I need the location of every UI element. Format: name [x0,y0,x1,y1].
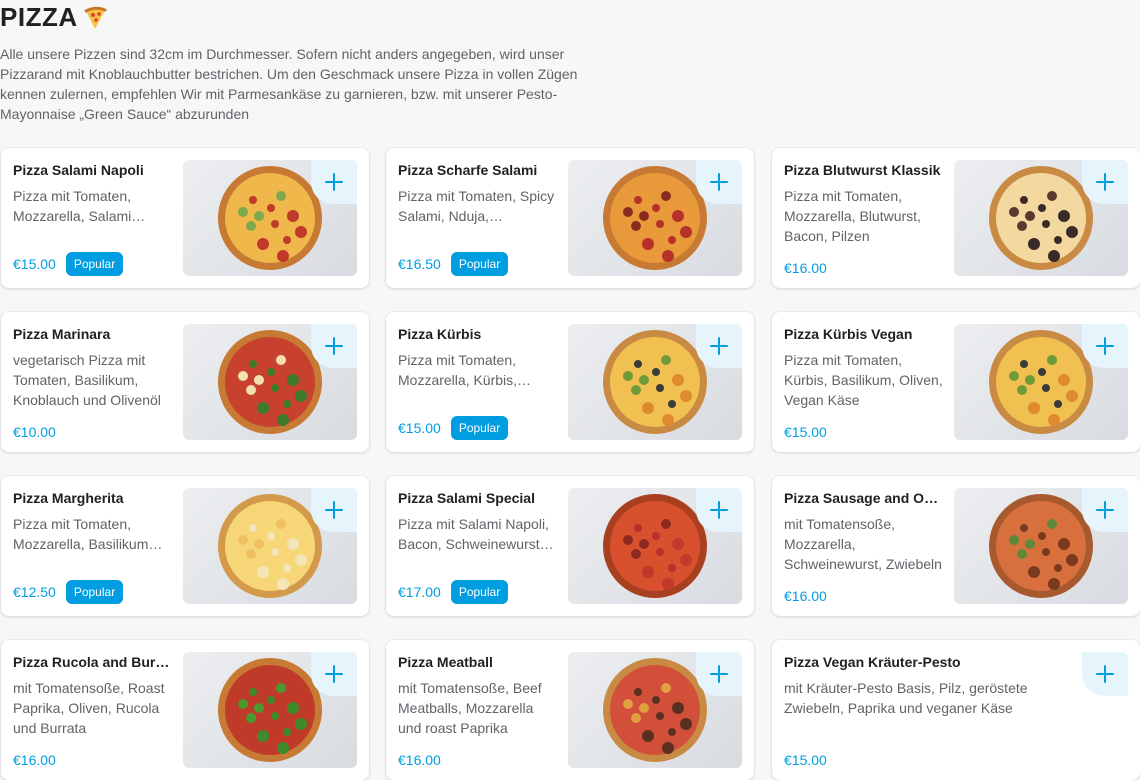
item-description: mit Tomatensoße, Mozzarella, Schweinewur… [784,516,942,572]
menu-item-card[interactable]: Pizza Marinara vegetarisch Pizza mit Tom… [1,312,369,452]
add-to-cart-button[interactable] [311,652,357,696]
menu-item-card[interactable]: Pizza Blutwurst Klassik Pizza mit Tomate… [772,148,1140,288]
item-name: Pizza Salami Napoli [13,162,144,178]
menu-item-card[interactable]: Pizza Kürbis Pizza mit Tomaten, Mozzarel… [386,312,754,452]
plus-icon [710,665,728,683]
menu-item-card[interactable]: Pizza Salami Napoli Pizza mit Tomaten, M… [1,148,369,288]
item-description: Pizza mit Tomaten, Mozzarella, Salami Na… [13,188,132,224]
item-price: €15.00 [398,420,441,436]
add-to-cart-button[interactable] [696,652,742,696]
menu-item-card[interactable]: Pizza Sausage and Onion mit Tomatensoße,… [772,476,1140,616]
menu-item-card[interactable]: Pizza Salami Special Pizza mit Salami Na… [386,476,754,616]
menu-page: PIZZA Alle unsere Pizzen sind 32cm im Du… [0,0,1140,780]
item-price: €15.00 [784,424,827,440]
item-description: Pizza mit Tomaten, Mozzarella, Basilikum… [13,516,149,552]
item-description: Pizza mit Tomaten, Mozzarella, Blutwurst… [784,188,921,244]
plus-icon [710,173,728,191]
pizza-icon [84,6,107,29]
item-price: €15.00 [13,256,56,272]
item-description: Pizza mit Tomaten, Kürbis, Basilikum, Ol… [784,352,943,408]
item-price: €16.50 [398,256,441,272]
section-header: PIZZA [0,2,108,33]
item-price: €15.00 [784,752,827,768]
add-to-cart-button[interactable] [311,324,357,368]
item-description: mit Tomatensoße, Beef Meatballs, Mozzare… [398,680,542,736]
item-name: Pizza Margherita [13,490,124,506]
item-description: Pizza mit Salami Napoli, Bacon, Schweine… [398,516,549,552]
add-to-cart-button[interactable] [1082,652,1128,696]
item-price: €16.00 [13,752,56,768]
plus-icon [325,501,343,519]
plus-icon [325,173,343,191]
plus-icon [1096,665,1114,683]
item-name: Pizza Salami Special [398,490,535,506]
item-price: €12.50 [13,584,56,600]
menu-item-card[interactable]: Pizza Margherita Pizza mit Tomaten, Mozz… [1,476,369,616]
popular-badge: Popular [450,252,509,276]
add-to-cart-button[interactable] [696,324,742,368]
item-description: vegetarisch Pizza mit Tomaten, Basilikum… [13,352,161,408]
item-description: mit Kräuter-Pesto Basis, Pilz, geröstete… [784,680,1028,716]
item-name: Pizza Marinara [13,326,111,342]
item-name: Pizza Scharfe Salami [398,162,538,178]
menu-item-card[interactable]: Pizza Rucola and Burrata mit Tomatensoße… [1,640,369,780]
item-description: Pizza mit Tomaten, Mozzarella, Kürbis, B… [398,352,518,388]
item-name: Pizza Kürbis [398,326,482,342]
popular-badge: Popular [450,416,509,440]
section-description: Alle unsere Pizzen sind 32cm im Durchmes… [0,46,578,122]
item-price: €10.00 [13,424,56,440]
item-price: €16.00 [784,588,827,604]
add-to-cart-button[interactable] [696,160,742,204]
item-description: mit Tomatensoße, Roast Paprika, Oliven, … [13,680,165,736]
item-name: Pizza Sausage and Onion [784,490,942,506]
item-name: Pizza Vegan Kräuter-Pesto [784,654,961,670]
item-name: Pizza Blutwurst Klassik [784,162,941,178]
section-title: PIZZA [0,2,78,32]
menu-item-card[interactable]: Pizza Meatball mit Tomatensoße, Beef Mea… [386,640,754,780]
item-description: Pizza mit Tomaten, Spicy Salami, Nduja, … [398,188,555,224]
add-to-cart-button[interactable] [696,488,742,532]
add-to-cart-button[interactable] [1082,324,1128,368]
plus-icon [1096,173,1114,191]
add-to-cart-button[interactable] [1082,160,1128,204]
menu-item-card[interactable]: Pizza Vegan Kräuter-Pesto mit Kräuter-Pe… [772,640,1140,780]
item-name: Pizza Kürbis Vegan [784,326,913,342]
menu-item-card[interactable]: Pizza Kürbis Vegan Pizza mit Tomaten, Kü… [772,312,1140,452]
item-name: Pizza Meatball [398,654,493,670]
item-price: €17.00 [398,584,441,600]
item-price: €16.00 [784,260,827,276]
plus-icon [325,337,343,355]
plus-icon [1096,337,1114,355]
popular-badge: Popular [450,580,509,604]
menu-item-card[interactable]: Pizza Scharfe Salami Pizza mit Tomaten, … [386,148,754,288]
plus-icon [710,501,728,519]
plus-icon [710,337,728,355]
item-name: Pizza Rucola and Burrata [13,654,171,670]
add-to-cart-button[interactable] [311,488,357,532]
popular-badge: Popular [65,580,124,604]
plus-icon [325,665,343,683]
add-to-cart-button[interactable] [311,160,357,204]
popular-badge: Popular [65,252,124,276]
item-price: €16.00 [398,752,441,768]
add-to-cart-button[interactable] [1082,488,1128,532]
plus-icon [1096,501,1114,519]
